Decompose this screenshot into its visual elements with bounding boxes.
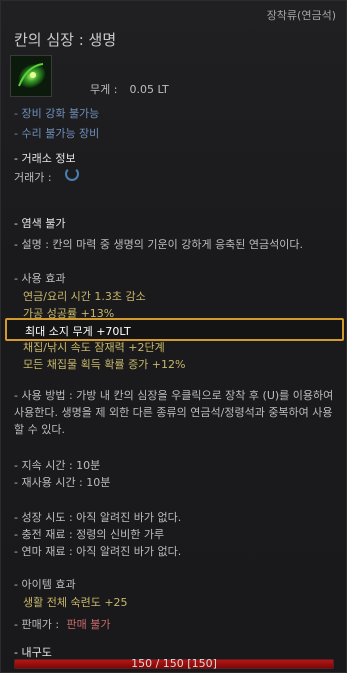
sell-price-value: 판매 불가 xyxy=(66,618,111,631)
notice-no-repair: - 수리 불가능 장비 xyxy=(14,127,100,140)
item-category: 장착류(연금석) xyxy=(266,9,336,22)
growth-attempt: - 성장 시도 : 아직 알려진 바가 없다. xyxy=(14,511,182,524)
dye-status: - 염색 불가 xyxy=(14,217,66,230)
item-tooltip: 장착류(연금석) 칸의 심장 : 생명 무게 : 0.05 LT - 장비 강화 … xyxy=(0,0,347,673)
durability-bar: 150 / 150 [150] xyxy=(14,657,334,670)
durability-text: 150 / 150 [150] xyxy=(131,657,217,670)
weight-value: 0.05 LT xyxy=(129,83,169,96)
item-title: 칸의 심장 : 생명 xyxy=(14,31,117,49)
effect-line: 모든 채집물 획득 확률 증가 +12% xyxy=(23,358,186,371)
polish-material: - 연마 재료 : 아직 알려진 바가 없다. xyxy=(14,545,182,558)
usage-method: - 사용 방법 : 가방 내 칸의 심장을 우클릭으로 장착 후 (U)를 이용… xyxy=(14,389,334,436)
weight-label: 무게 : xyxy=(90,83,118,96)
item-effect-header: - 아이템 효과 xyxy=(14,578,76,591)
item-weight: 무게 : 0.05 LT xyxy=(90,81,169,97)
effect-line: 연금/요리 시간 1.3초 감소 xyxy=(23,290,146,303)
price-label: 거래가 : xyxy=(14,171,52,184)
effect-line-highlighted: 최대 소지 무게 +70LT xyxy=(25,325,131,338)
alchemy-stone-green-icon xyxy=(10,55,52,97)
use-effect-header: - 사용 효과 xyxy=(14,272,66,285)
highlighted-effect: 최대 소지 무게 +70LT xyxy=(5,318,344,341)
market-info-header: - 거래소 정보 xyxy=(14,152,76,165)
item-effect: 생활 전체 숙련도 +25 xyxy=(23,596,128,609)
duration: - 지속 시간 : 10분 xyxy=(14,459,101,472)
effect-line: 채집/낚시 속도 잠재력 +2단계 xyxy=(23,341,165,354)
notice-no-enhance: - 장비 강화 불가능 xyxy=(14,107,100,120)
item-description: - 설명 : 칸의 마력 중 생명의 기운이 강하게 응축된 연금석이다. xyxy=(14,238,304,251)
charge-material: - 충전 재료 : 정령의 신비한 가루 xyxy=(14,528,165,541)
sell-price: - 판매가 : 판매 불가 xyxy=(14,616,111,632)
loading-spinner-icon xyxy=(65,167,79,181)
cooldown: - 재사용 시간 : 10분 xyxy=(14,476,111,489)
sell-price-label: - 판매가 : xyxy=(14,618,60,631)
